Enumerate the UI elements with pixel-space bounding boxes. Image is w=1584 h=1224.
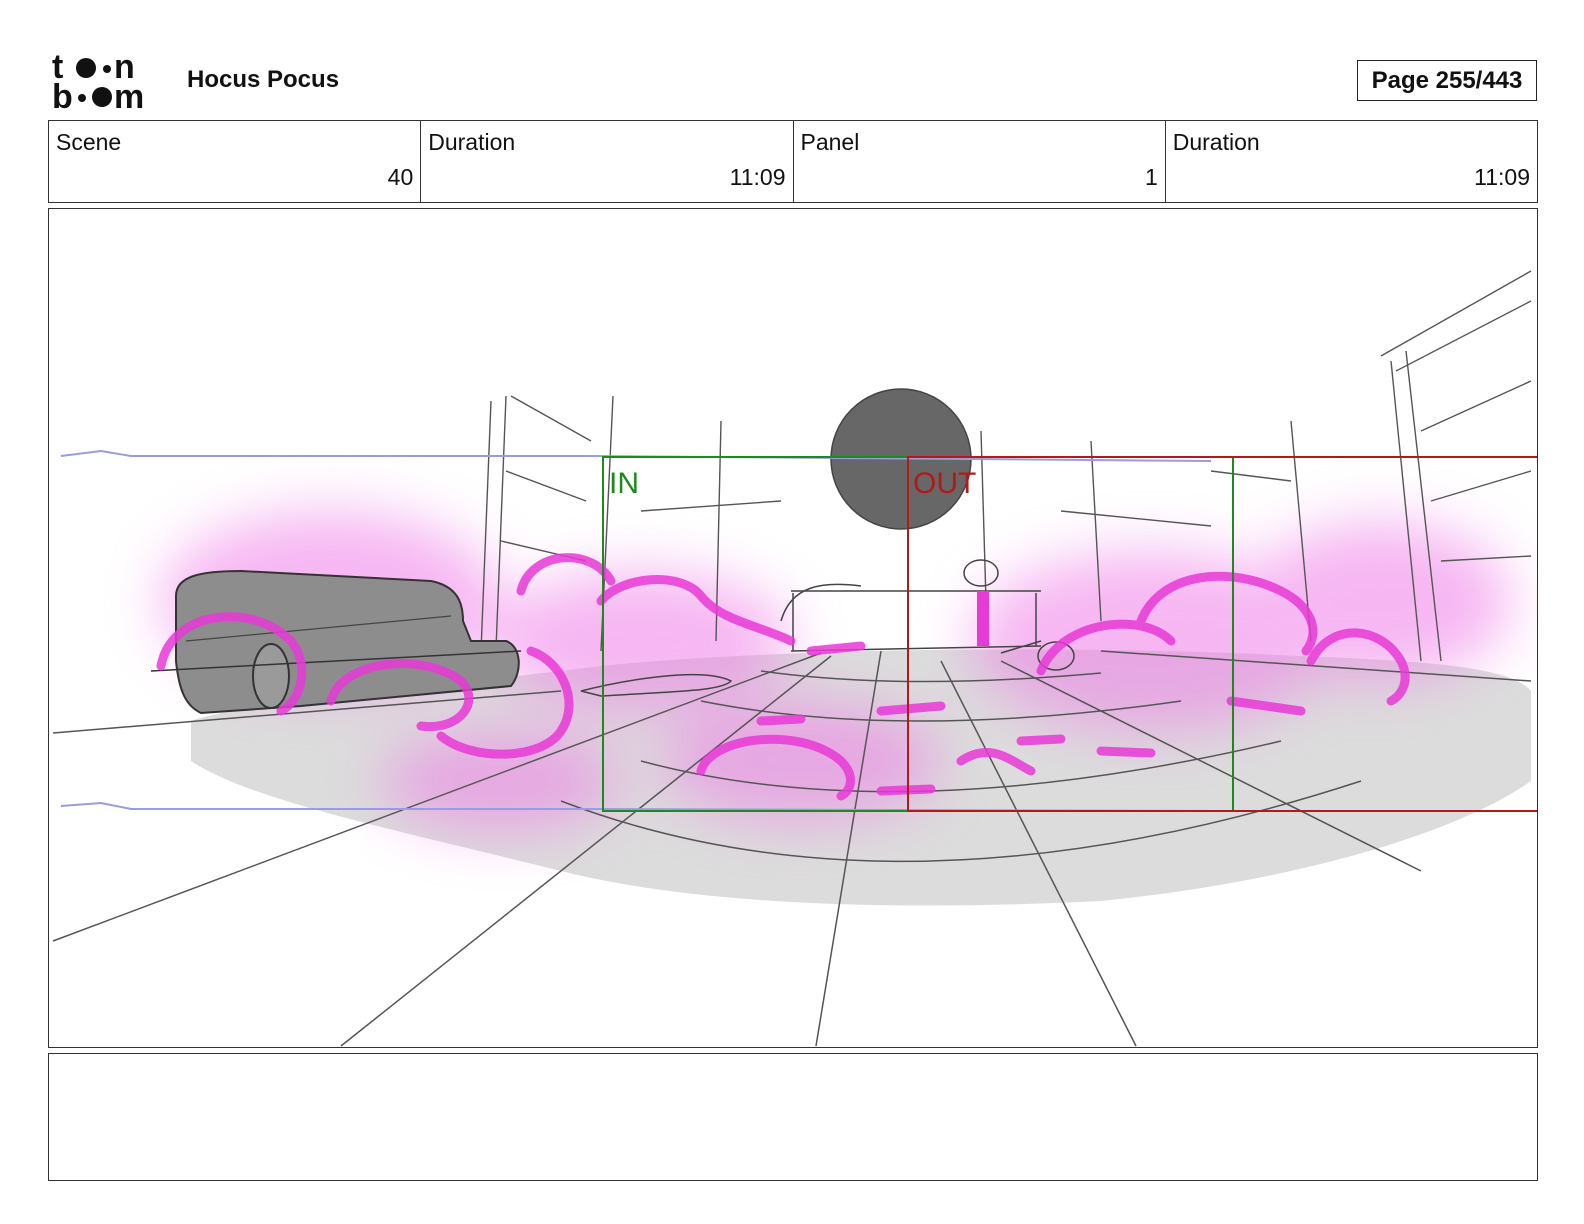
panel-duration-cell: Duration 11:09	[1166, 121, 1537, 202]
toon-boom-logo-mark: t n b m	[52, 48, 144, 116]
scene-info-table: Scene 40 Duration 11:09 Panel 1 Duration…	[48, 120, 1538, 203]
svg-text:m: m	[114, 78, 144, 112]
scene-duration-label: Duration	[428, 129, 516, 155]
scene-duration-cell: Duration 11:09	[421, 121, 794, 202]
camera-out-label: OUT	[913, 467, 976, 500]
magic-beam	[977, 591, 989, 646]
page-indicator: Page 255/443	[1357, 60, 1537, 101]
scene-cell: Scene 40	[49, 121, 422, 202]
panel-value: 1	[1144, 164, 1158, 190]
scene-duration-value: 11:09	[729, 164, 786, 190]
panel-label: Panel	[800, 129, 860, 155]
panel-cell: Panel 1	[794, 121, 1166, 202]
storyboard-panel: IN OUT	[48, 208, 1538, 1048]
page-label: Page 255/443	[1371, 66, 1523, 94]
scene-value: 40	[387, 164, 414, 190]
panel-sketch: IN OUT	[52, 270, 1537, 1047]
scene-label: Scene	[56, 129, 122, 155]
toon-boom-logo: t n b m	[50, 48, 165, 116]
panel-notes[interactable]	[48, 1053, 1538, 1181]
svg-text:b: b	[52, 78, 73, 112]
panel-duration-value: 11:09	[1474, 164, 1530, 190]
camera-in-label: IN	[609, 467, 639, 500]
panel-notes-text	[49, 1054, 1537, 1070]
project-title: Hocus Pocus	[187, 66, 340, 93]
panel-duration-label: Duration	[1172, 129, 1260, 155]
